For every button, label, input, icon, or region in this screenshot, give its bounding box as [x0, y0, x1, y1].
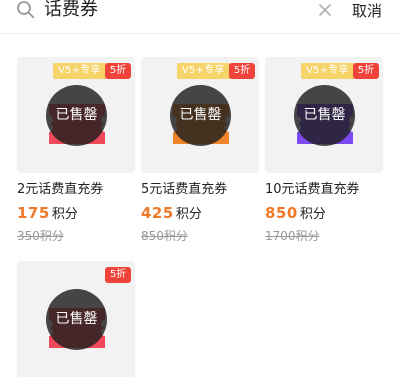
price-unit: 积分 — [299, 207, 326, 222]
search-bar: 取消 — [0, 0, 400, 33]
product-thumbnail: 5折 已售罄 — [17, 261, 135, 377]
price: 850 — [265, 204, 298, 222]
search-icon — [17, 1, 35, 19]
product-card[interactable]: 5折 已售罄 — [17, 261, 135, 377]
original-price: 850积分 — [141, 229, 188, 243]
product-card[interactable]: V5+专享 5折 已售罄 2元话费直充券 175 积分 350积分 — [17, 57, 135, 244]
search-input[interactable] — [44, 0, 314, 21]
price-line: 850 积分 — [265, 204, 383, 224]
discount-badge: 5折 — [105, 267, 131, 283]
price-unit: 积分 — [175, 207, 202, 222]
product-title: 10元话费直充券 — [265, 182, 360, 197]
sold-out-label: 已售罄 — [55, 311, 98, 327]
original-price: 1700积分 — [265, 229, 320, 243]
price: 425 — [141, 204, 174, 222]
discount-badge: 5折 — [353, 63, 379, 79]
product-title: 5元话费直充券 — [141, 182, 228, 197]
price-unit: 积分 — [51, 207, 78, 222]
vip-tag: V5+专享 — [53, 63, 106, 79]
price: 175 — [17, 204, 50, 222]
sold-out-label: 已售罄 — [303, 107, 346, 123]
product-thumbnail: V5+专享 5折 已售罄 — [265, 57, 383, 173]
price-line: 175 积分 — [17, 204, 135, 224]
discount-badge: 5折 — [105, 63, 131, 79]
sold-out-label: 已售罄 — [179, 107, 222, 123]
original-price: 350积分 — [17, 229, 64, 243]
product-card[interactable]: V5+专享 5折 已售罄 5元话费直充券 425 积分 850积分 — [141, 57, 259, 244]
cancel-button[interactable]: 取消 — [352, 0, 382, 22]
vip-tag: V5+专享 — [301, 63, 354, 79]
price-line: 425 积分 — [141, 204, 259, 224]
vip-tag: V5+专享 — [177, 63, 230, 79]
close-icon[interactable] — [317, 2, 333, 18]
product-thumbnail: V5+专享 5折 已售罄 — [141, 57, 259, 173]
discount-badge: 5折 — [229, 63, 255, 79]
product-card[interactable]: V5+专享 5折 已售罄 10元话费直充券 850 积分 1700积分 — [265, 57, 383, 244]
divider — [0, 33, 400, 34]
sold-out-label: 已售罄 — [55, 107, 98, 123]
product-title: 2元话费直充券 — [17, 182, 104, 197]
product-thumbnail: V5+专享 5折 已售罄 — [17, 57, 135, 173]
